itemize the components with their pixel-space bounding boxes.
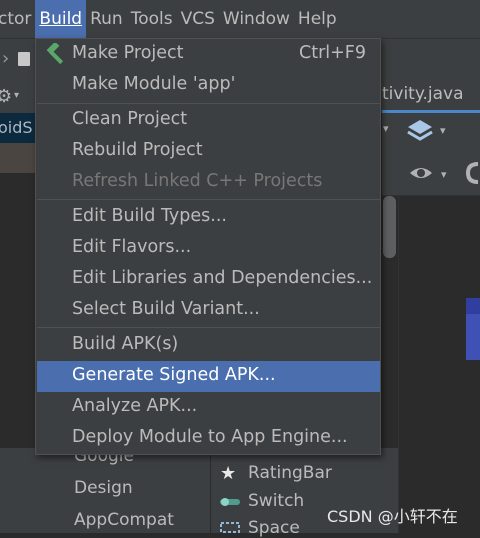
caret-down-icon[interactable]: ▾ — [14, 90, 19, 101]
palette-item-space[interactable]: Space — [248, 518, 300, 538]
magnet-icon[interactable] — [464, 158, 480, 188]
menu-item-label: Rebuild Project — [72, 140, 203, 160]
layers-icon[interactable] — [404, 116, 436, 148]
space-icon — [220, 522, 240, 533]
project-tree-row — [0, 143, 36, 173]
menu-item-label: Select Build Variant... — [72, 299, 260, 319]
menu-item-make-module[interactable]: Make Module 'app' — [37, 70, 380, 101]
palette-item-ratingbar[interactable]: RatingBar — [248, 463, 332, 483]
menu-item-label: Make Module 'app' — [72, 74, 236, 94]
menu-item-shortcut: Ctrl+F9 — [298, 43, 366, 63]
menu-help[interactable]: Help — [294, 0, 341, 38]
menu-separator — [37, 103, 380, 104]
palette-item-switch[interactable]: Switch — [248, 491, 304, 511]
palette-category-design[interactable]: Design — [74, 478, 133, 498]
menu-item-label: Refresh Linked C++ Projects — [72, 171, 323, 191]
caret-down-icon[interactable]: ▾ — [440, 124, 446, 137]
folder-icon — [18, 52, 30, 66]
menu-item-label: Edit Build Types... — [72, 206, 227, 226]
caret-down-icon[interactable]: ▾ — [383, 122, 389, 135]
chevron-right-icon: › — [2, 48, 10, 69]
menu-vcs[interactable]: VCS — [177, 0, 219, 38]
gear-icon[interactable]: ⚙ — [0, 86, 12, 107]
menu-item-deploy-app-engine[interactable]: Deploy Module to App Engine... — [37, 423, 380, 454]
project-tree-item-label: oidS — [0, 118, 33, 137]
menu-item-label: Analyze APK... — [72, 396, 198, 416]
star-icon: ★ — [220, 463, 237, 484]
build-menu-dropdown: Make Project Ctrl+F9 Make Module 'app' C… — [35, 38, 381, 455]
menu-item-analyze-apk[interactable]: Analyze APK... — [37, 392, 380, 423]
menu-item-label: Deploy Module to App Engine... — [72, 427, 348, 447]
menu-separator — [37, 327, 380, 328]
tab-activity-java[interactable]: tivity.java — [382, 84, 464, 104]
project-tree-selected-item[interactable]: oidS — [0, 113, 36, 143]
menu-item-rebuild-project[interactable]: Rebuild Project — [37, 136, 380, 167]
menu-item-edit-libraries[interactable]: Edit Libraries and Dependencies... — [37, 264, 380, 295]
menu-separator — [37, 199, 380, 200]
menu-run[interactable]: Run — [86, 0, 127, 38]
menu-item-clean-project[interactable]: Clean Project — [37, 105, 380, 136]
menu-item-label: Make Project — [72, 43, 184, 63]
menu-build[interactable]: Build — [35, 0, 87, 38]
menu-item-label: Generate Signed APK... — [72, 365, 276, 385]
menu-refactor[interactable]: ctor — [0, 0, 35, 38]
eye-icon[interactable] — [408, 160, 434, 186]
menu-item-label: Clean Project — [72, 109, 188, 129]
menu-item-edit-flavors[interactable]: Edit Flavors... — [37, 233, 380, 264]
menu-item-select-build-variant[interactable]: Select Build Variant... — [37, 295, 380, 326]
scrollbar-thumb[interactable] — [383, 196, 396, 258]
menu-bar: ctor Build Run Tools VCS Window Help — [0, 0, 480, 39]
menu-item-refresh-linked-cpp: Refresh Linked C++ Projects — [37, 167, 380, 198]
caret-down-icon[interactable]: ▾ — [441, 168, 447, 181]
menu-window[interactable]: Window — [219, 0, 294, 38]
palette-category-appcompat[interactable]: AppCompat — [74, 510, 174, 530]
menu-item-generate-signed-apk[interactable]: Generate Signed APK... — [37, 361, 380, 392]
hammer-icon — [46, 43, 64, 65]
menu-item-make-project[interactable]: Make Project Ctrl+F9 — [37, 39, 380, 70]
menu-item-edit-build-types[interactable]: Edit Build Types... — [37, 202, 380, 233]
panel-divider — [398, 195, 399, 533]
menu-tools[interactable]: Tools — [127, 0, 177, 38]
layout-preview-statusbar — [466, 298, 480, 314]
menu-item-build-apk[interactable]: Build APK(s) — [37, 330, 380, 361]
watermark: CSDN @小轩不在 — [327, 507, 458, 526]
menu-item-label: Edit Libraries and Dependencies... — [72, 268, 373, 288]
menu-item-label: Edit Flavors... — [72, 237, 192, 257]
switch-icon — [220, 498, 240, 506]
menu-item-label: Build APK(s) — [72, 334, 179, 354]
